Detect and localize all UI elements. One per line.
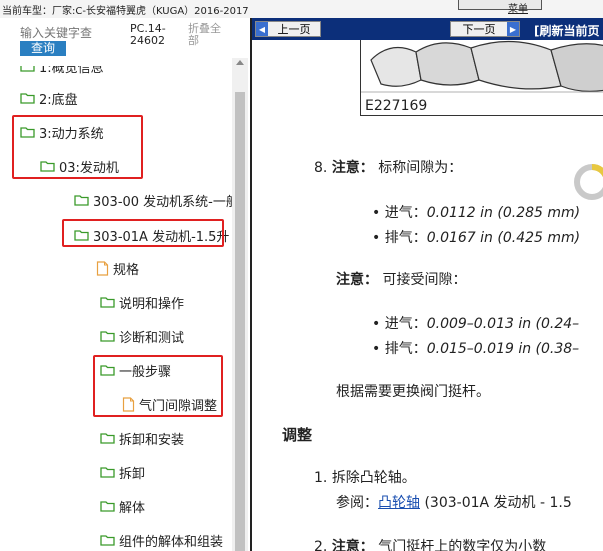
tree-item-label: 2:底盘 — [39, 92, 78, 108]
bullet-icon: • — [372, 341, 385, 357]
tree-item-label: 诊断和测试 — [119, 330, 185, 346]
tree-item[interactable]: 拆卸 — [100, 461, 145, 483]
intake-nominal: • 进气：0.0112 in (0.285 mm) — [372, 205, 581, 221]
folder-icon — [74, 194, 89, 206]
tree-item[interactable]: 解体 — [100, 495, 145, 517]
next-page-button[interactable]: 下一页 ▶ — [450, 21, 520, 37]
tree-item[interactable]: 说明和操作 — [100, 291, 184, 313]
pc-code: PC.14- 24602 — [130, 22, 166, 47]
tree-item-label: 解体 — [119, 500, 146, 516]
search-input[interactable] — [20, 24, 124, 42]
current-vehicle-label: 当前车型：厂家:C-长安福特翼虎（KUGA）2016-2017 — [2, 6, 249, 17]
top-bar: 当前车型：厂家:C-长安福特翼虎（KUGA）2016-2017 菜单 — [0, 0, 603, 18]
collapse-all-link[interactable]: 折叠全 部 — [188, 23, 228, 47]
tree-item-label: 03:发动机 — [59, 160, 119, 176]
tree-item[interactable]: 一般步骤 — [100, 359, 171, 381]
step-8: 8. 注意： 标称间隙为： — [314, 160, 463, 176]
menu-button[interactable]: 菜单 — [508, 0, 528, 15]
tree-item[interactable]: 303-00 发动机系统-一般 — [74, 189, 239, 211]
scroll-thumb[interactable] — [235, 92, 245, 551]
camshaft-link[interactable]: 凸轮轴 — [378, 495, 420, 511]
tree-scrollbar[interactable] — [232, 58, 248, 551]
folder-icon — [20, 126, 35, 138]
intake-acceptable: • 进气：0.009–0.013 in (0.24– — [372, 316, 580, 332]
folder-icon — [20, 92, 35, 104]
folder-icon — [100, 296, 115, 308]
search-button[interactable]: 查询 — [20, 41, 66, 56]
tree-panel: 查询 PC.14- 24602 折叠全 部 1:概览信息2:底盘3:动力系统03… — [0, 18, 248, 551]
folder-icon — [100, 432, 115, 444]
folder-icon — [100, 500, 115, 512]
replace-note: 根据需要更换阀门挺杆。 — [336, 384, 490, 400]
bullet-icon: • — [372, 205, 385, 221]
step-1-reference: 参阅：凸轮轴 (303-01A 发动机 - 1.5 — [336, 495, 572, 511]
arrow-left-icon: ◀ — [256, 22, 268, 36]
tree-item-label: 拆卸和安装 — [119, 432, 185, 448]
nav-bar: ◀ 上一页 下一页 ▶ [刷新当前页 — [252, 18, 603, 40]
tree-item-label: 一般步骤 — [119, 364, 172, 380]
arrow-right-icon: ▶ — [507, 22, 519, 36]
bullet-icon: • — [372, 230, 385, 246]
exhaust-nominal: • 排气：0.0167 in (0.425 mm) — [372, 230, 581, 246]
tree-item[interactable]: 拆卸和安装 — [100, 427, 184, 449]
tree-item-label: 303-00 发动机系统-一般 — [93, 194, 239, 210]
folder-icon — [40, 160, 55, 172]
tree-item-label: 规格 — [113, 262, 140, 278]
tree-item[interactable]: 303-01A 发动机-1.5升 — [74, 224, 229, 246]
step-2: 2. 注意： 气门挺杆上的数字仅为小数 — [314, 539, 547, 551]
tree-item-label: 气门间隙调整 — [139, 398, 218, 414]
tree-item[interactable]: 组件的解体和组装 — [100, 529, 223, 551]
caution-acceptable: 注意： 可接受间隙： — [336, 272, 467, 288]
adjust-heading: 调整 — [282, 426, 313, 444]
tree-item[interactable]: 诊断和测试 — [100, 325, 184, 347]
watermark-logo-icon — [574, 164, 603, 200]
scroll-up-arrow-icon[interactable] — [236, 60, 244, 65]
figure-image: E227169 — [360, 40, 603, 116]
folder-icon — [100, 466, 115, 478]
folder-icon — [100, 534, 115, 546]
menu-button-frame[interactable] — [458, 0, 542, 10]
document-icon — [96, 260, 109, 276]
tree-item[interactable]: 03:发动机 — [40, 155, 119, 177]
prev-page-button[interactable]: ◀ 上一页 — [255, 21, 321, 37]
search-area: 查询 PC.14- 24602 折叠全 部 — [0, 18, 232, 62]
bullet-icon: • — [372, 316, 385, 332]
document-icon — [122, 396, 135, 412]
tree-item[interactable]: 2:底盘 — [20, 87, 78, 109]
content-panel: ◀ 上一页 下一页 ▶ [刷新当前页 E227169 8. 注意： 标称间隙为：… — [250, 18, 603, 551]
tree-item-label: 说明和操作 — [119, 296, 185, 312]
exhaust-acceptable: • 排气：0.015–0.019 in (0.38– — [372, 341, 580, 357]
tree-item-label: 组件的解体和组装 — [119, 534, 224, 550]
tree-item-label: 拆卸 — [119, 466, 146, 482]
step-1: 1. 拆除凸轮轴。 — [314, 470, 416, 486]
tree-item[interactable]: 规格 — [96, 257, 139, 279]
tree-item-label: 303-01A 发动机-1.5升 — [93, 229, 230, 245]
folder-icon — [100, 330, 115, 342]
tree-item-label: 3:动力系统 — [39, 126, 104, 142]
refresh-page-link[interactable]: [刷新当前页 — [534, 22, 600, 39]
folder-icon — [74, 229, 89, 241]
figure-label: E227169 — [365, 98, 428, 114]
tree-item[interactable]: 气门间隙调整 — [122, 393, 217, 415]
tree-item[interactable]: 3:动力系统 — [20, 121, 104, 143]
folder-icon — [100, 364, 115, 376]
